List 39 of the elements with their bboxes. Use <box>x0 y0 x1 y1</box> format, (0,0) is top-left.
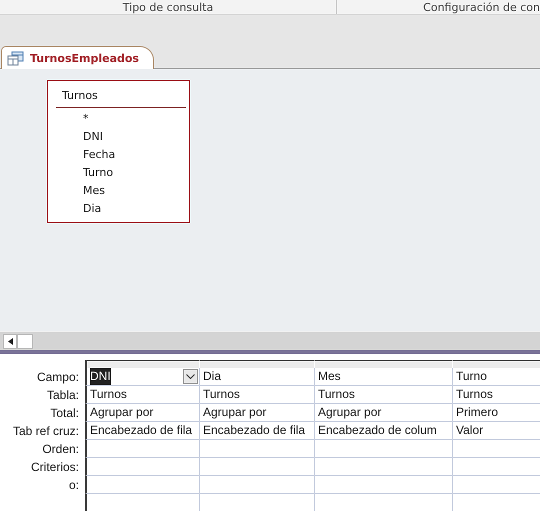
grid-cell[interactable]: Agrupar por <box>85 404 200 422</box>
field-cell[interactable]: Mes <box>315 368 453 386</box>
field-cell[interactable]: Turno <box>453 368 540 386</box>
field-item[interactable]: Fecha <box>83 146 116 164</box>
field-item[interactable]: Turno <box>83 164 114 182</box>
grid-cell[interactable]: Agrupar por <box>315 404 453 422</box>
grid-cell[interactable]: Turnos <box>315 386 453 404</box>
grid-cell[interactable]: Primero <box>453 404 540 422</box>
grid-cell[interactable]: Valor <box>453 422 540 440</box>
row-label: Orden: <box>41 441 80 458</box>
row-label: Tab ref cruz: <box>12 423 80 440</box>
field-item[interactable]: Mes <box>83 182 105 200</box>
row-label: Criterios: <box>30 459 80 476</box>
query-icon <box>7 50 24 66</box>
grid-cell[interactable]: Agrupar por <box>200 404 315 422</box>
row-label: o: <box>68 477 80 494</box>
left-arrow-icon <box>8 338 12 344</box>
dropdown-button[interactable] <box>183 369 198 384</box>
field-cell[interactable]: DNI <box>85 368 200 386</box>
row-label: Tabla: <box>46 387 80 404</box>
scroll-thumb[interactable] <box>17 334 33 348</box>
field-item[interactable]: DNI <box>83 128 103 146</box>
table-title: Turnos <box>62 89 98 102</box>
row-label: Total: <box>49 405 80 422</box>
row-label: Campo: <box>36 369 80 386</box>
field-cell[interactable]: Dia <box>200 368 315 386</box>
chevron-down-icon <box>186 374 195 380</box>
document-tab[interactable]: TurnosEmpleados <box>1 46 154 69</box>
grid-cell[interactable]: Turnos <box>200 386 315 404</box>
field-item[interactable]: * <box>83 110 88 128</box>
grid-cell[interactable]: Encabezado de fila <box>200 422 315 440</box>
ribbon-group-label: Configuración de con <box>423 0 540 14</box>
field-item[interactable]: Dia <box>83 200 102 218</box>
grid-cell[interactable]: Encabezado de fila <box>85 422 200 440</box>
grid-cell[interactable]: Turnos <box>453 386 540 404</box>
ribbon-group-label: Tipo de consulta <box>122 0 214 14</box>
grid-cell[interactable]: Encabezado de colum <box>315 422 453 440</box>
grid-cell[interactable]: Turnos <box>85 386 200 404</box>
scroll-left-button[interactable] <box>3 334 17 348</box>
